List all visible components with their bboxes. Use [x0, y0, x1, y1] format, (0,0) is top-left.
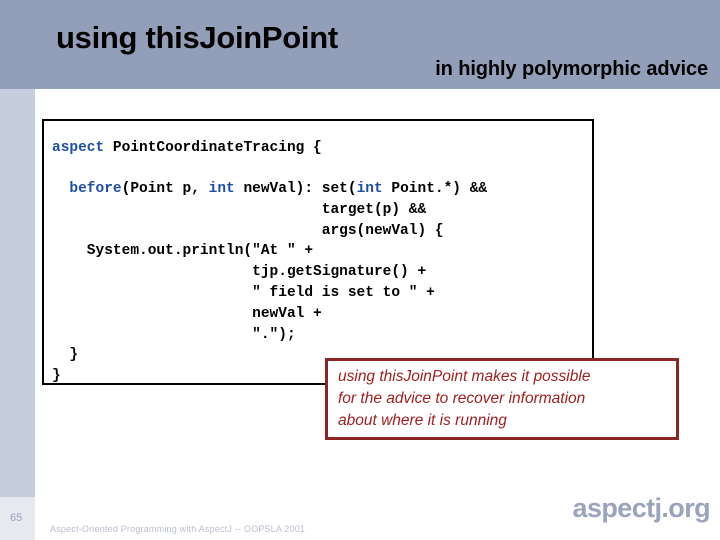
header-band: using thisJoinPoint in highly polymorphi… — [0, 0, 720, 89]
code-block: aspect PointCoordinateTracing { before(P… — [42, 119, 594, 385]
page-title: using thisJoinPoint — [56, 20, 338, 55]
annotation-callout: using thisJoinPoint makes it possible fo… — [325, 358, 679, 440]
code-block-text: aspect PointCoordinateTracing { before(P… — [52, 139, 488, 385]
left-accent-strip — [0, 89, 35, 497]
annotation-callout-text: using thisJoinPoint makes it possible fo… — [338, 368, 591, 429]
brand-logo: aspectj.org — [572, 493, 711, 523]
page-number: 65 — [10, 512, 23, 524]
slide-canvas: using thisJoinPoint in highly polymorphi… — [0, 0, 720, 540]
page-subtitle: in highly polymorphic advice — [435, 58, 708, 80]
footer-note: Aspect-Oriented Programming with AspectJ… — [50, 524, 306, 534]
